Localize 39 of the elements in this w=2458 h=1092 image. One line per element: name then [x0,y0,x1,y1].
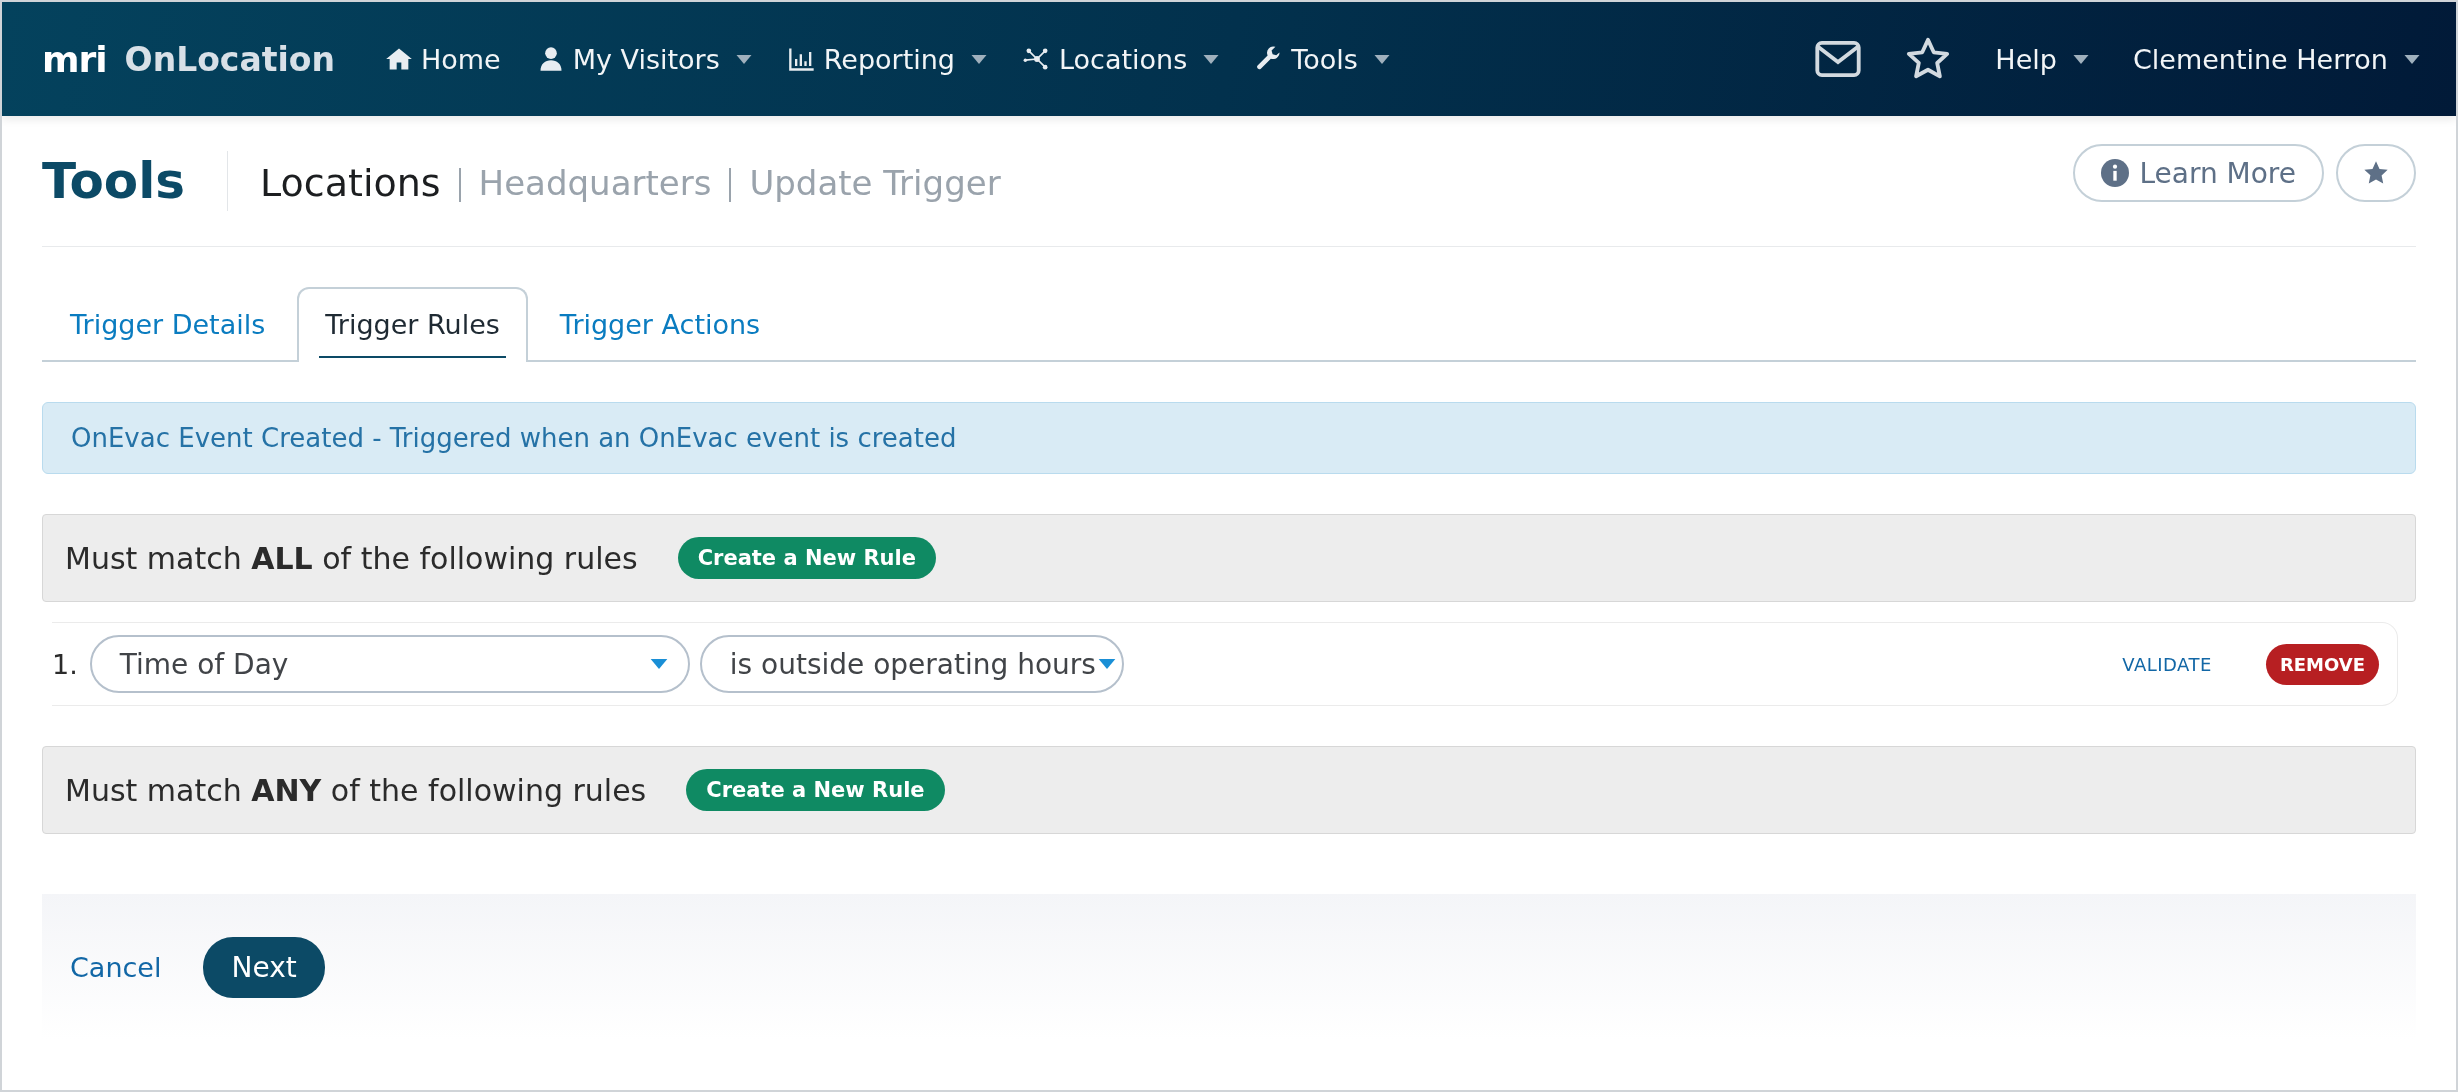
brand-logo[interactable]: mri [42,38,107,80]
caret-icon [649,659,668,669]
caret-icon [1373,54,1390,64]
breadcrumb-item: Update Trigger [749,163,1001,203]
rule-group-label: Must match ALL of the following rules [65,540,638,576]
nav-menu-item[interactable]: My Visitors [536,43,752,75]
tab[interactable]: Trigger Actions [531,287,789,362]
rule-group-label: Must match ANY of the following rules [65,772,647,808]
create-rule-button[interactable]: Create a New Rule [677,537,936,579]
caret-icon [735,54,752,64]
nav-menu-item[interactable]: Tools [1255,43,1390,75]
nav-menu-item[interactable]: Locations [1023,43,1220,75]
remove-button[interactable]: REMOVE [2265,643,2379,685]
next-button[interactable]: Next [203,936,325,998]
user-menu[interactable]: Clementine Herron [2132,43,2420,75]
condition-dropdown[interactable]: is outside operating hours [699,635,1124,693]
learn-more-button[interactable]: Learn More [2073,144,2324,202]
nav-menu-item[interactable]: Home [384,43,501,75]
rule-number: 1. [52,648,78,680]
tab[interactable]: Trigger Rules [297,287,528,362]
tab[interactable]: Trigger Details [42,287,294,362]
caret-icon [1203,54,1220,64]
caret-icon [2404,54,2420,64]
help-menu[interactable]: Help [1995,43,2089,75]
nav-menu-item[interactable]: Reporting [787,43,987,75]
create-rule-button[interactable]: Create a New Rule [686,769,945,811]
caret-icon [2072,54,2089,64]
caret-icon [1097,659,1116,669]
validate-link[interactable]: VALIDATE [2122,653,2212,675]
breadcrumb-item[interactable]: Locations [260,161,441,205]
page-title: Tools [42,151,229,211]
info-icon [2101,159,2130,187]
favorite-button[interactable] [2336,144,2416,202]
field-dropdown[interactable]: Time of Day [89,635,690,693]
cancel-link[interactable]: Cancel [70,951,162,983]
caret-icon [971,54,987,64]
breadcrumb-item: Headquarters [478,163,712,203]
info-alert: OnEvac Event Created - Triggered when an OnEvac event is created [42,402,2416,474]
app-name[interactable]: OnLocation [124,39,335,79]
